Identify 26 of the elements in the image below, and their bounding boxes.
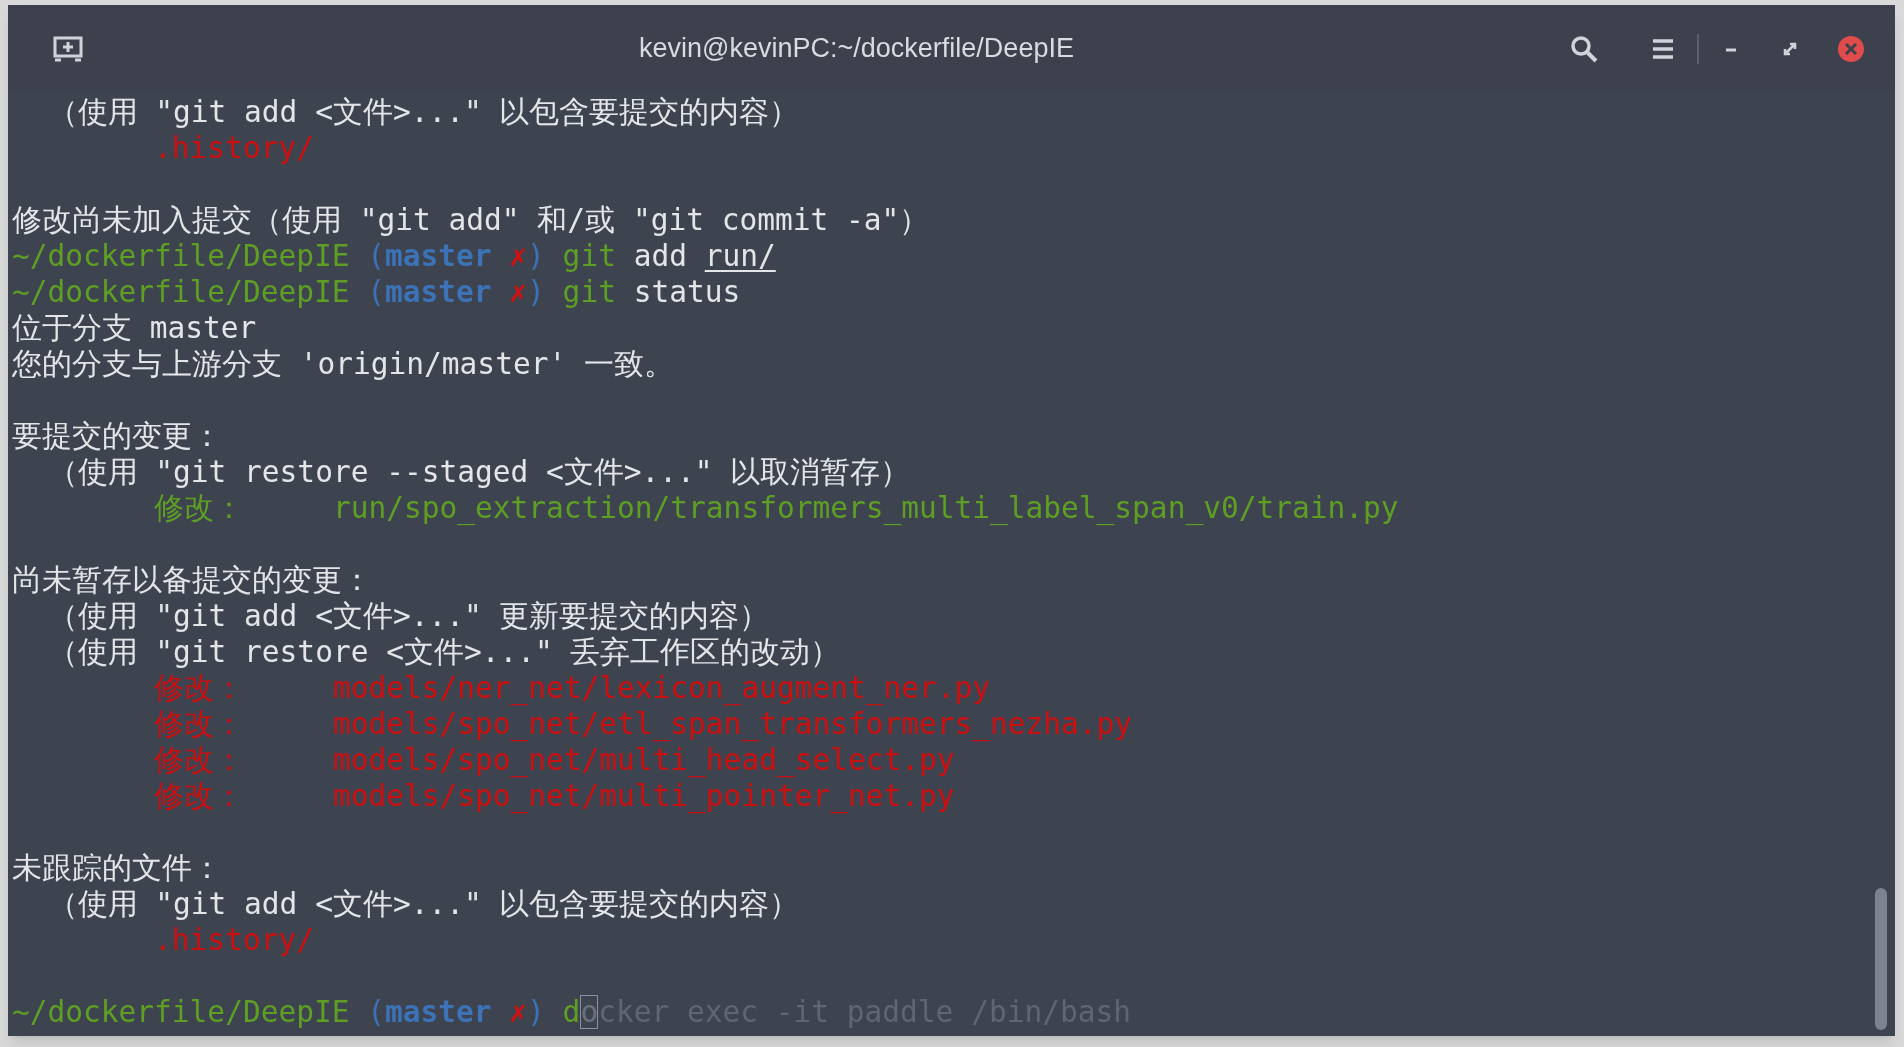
window-title: kevin@kevinPC:~/dockerfile/DeepIE xyxy=(639,32,1074,66)
terminal-line: （使用 "git add <文件>..." 更新要提交的内容） xyxy=(46,598,770,634)
terminal-line: 未跟踪的文件： xyxy=(12,850,222,886)
menu-icon[interactable] xyxy=(1651,37,1675,60)
prompt-line: ~/dockerfile/DeepIE (master ✗) git status xyxy=(12,274,741,310)
scrollbar-thumb[interactable] xyxy=(1875,888,1887,1030)
terminal-line: （使用 "git add <文件>..." 以包含要提交的内容） xyxy=(46,886,800,922)
terminal-line: 修改： models/spo_net/multi_pointer_net.py xyxy=(153,778,955,814)
terminal-line: 修改： models/spo_net/etl_span_transformers_nezha.py xyxy=(153,706,1133,742)
close-icon[interactable] xyxy=(1837,34,1865,63)
terminal-line: .history/ xyxy=(153,922,314,958)
new-tab-icon[interactable] xyxy=(52,34,84,63)
terminal-line: 您的分支与上游分支 'origin/master' 一致。 xyxy=(12,346,674,382)
terminal-line: （使用 "git restore <文件>..." 丢弃工作区的改动） xyxy=(46,634,841,670)
terminal-line: 修改： models/spo_net/multi_head_select.py xyxy=(153,742,955,778)
terminal-line: 修改尚未加入提交（使用 "git add" 和/或 "git commit -a"） xyxy=(12,202,930,238)
search-icon[interactable] xyxy=(1569,33,1599,64)
prompt-line: ~/dockerfile/DeepIE (master ✗) git add run/ xyxy=(12,238,776,274)
terminal-line: 修改： models/ner_net/lexicon_augment_ner.py xyxy=(153,670,991,706)
terminal-line: .history/ xyxy=(153,130,314,166)
terminal-line: 要提交的变更： xyxy=(12,418,222,454)
terminal-line: （使用 "git restore --staged <文件>..." 以取消暂存） xyxy=(46,454,911,490)
terminal-line: （使用 "git add <文件>..." 以包含要提交的内容） xyxy=(46,94,800,130)
terminal-line: 位于分支 master xyxy=(12,310,257,346)
terminal-line: 修改： run/spo_extraction/transformers_multi_label_span_v0/train.py xyxy=(153,490,1399,526)
terminal-line: 尚未暂存以备提交的变更： xyxy=(12,562,372,598)
